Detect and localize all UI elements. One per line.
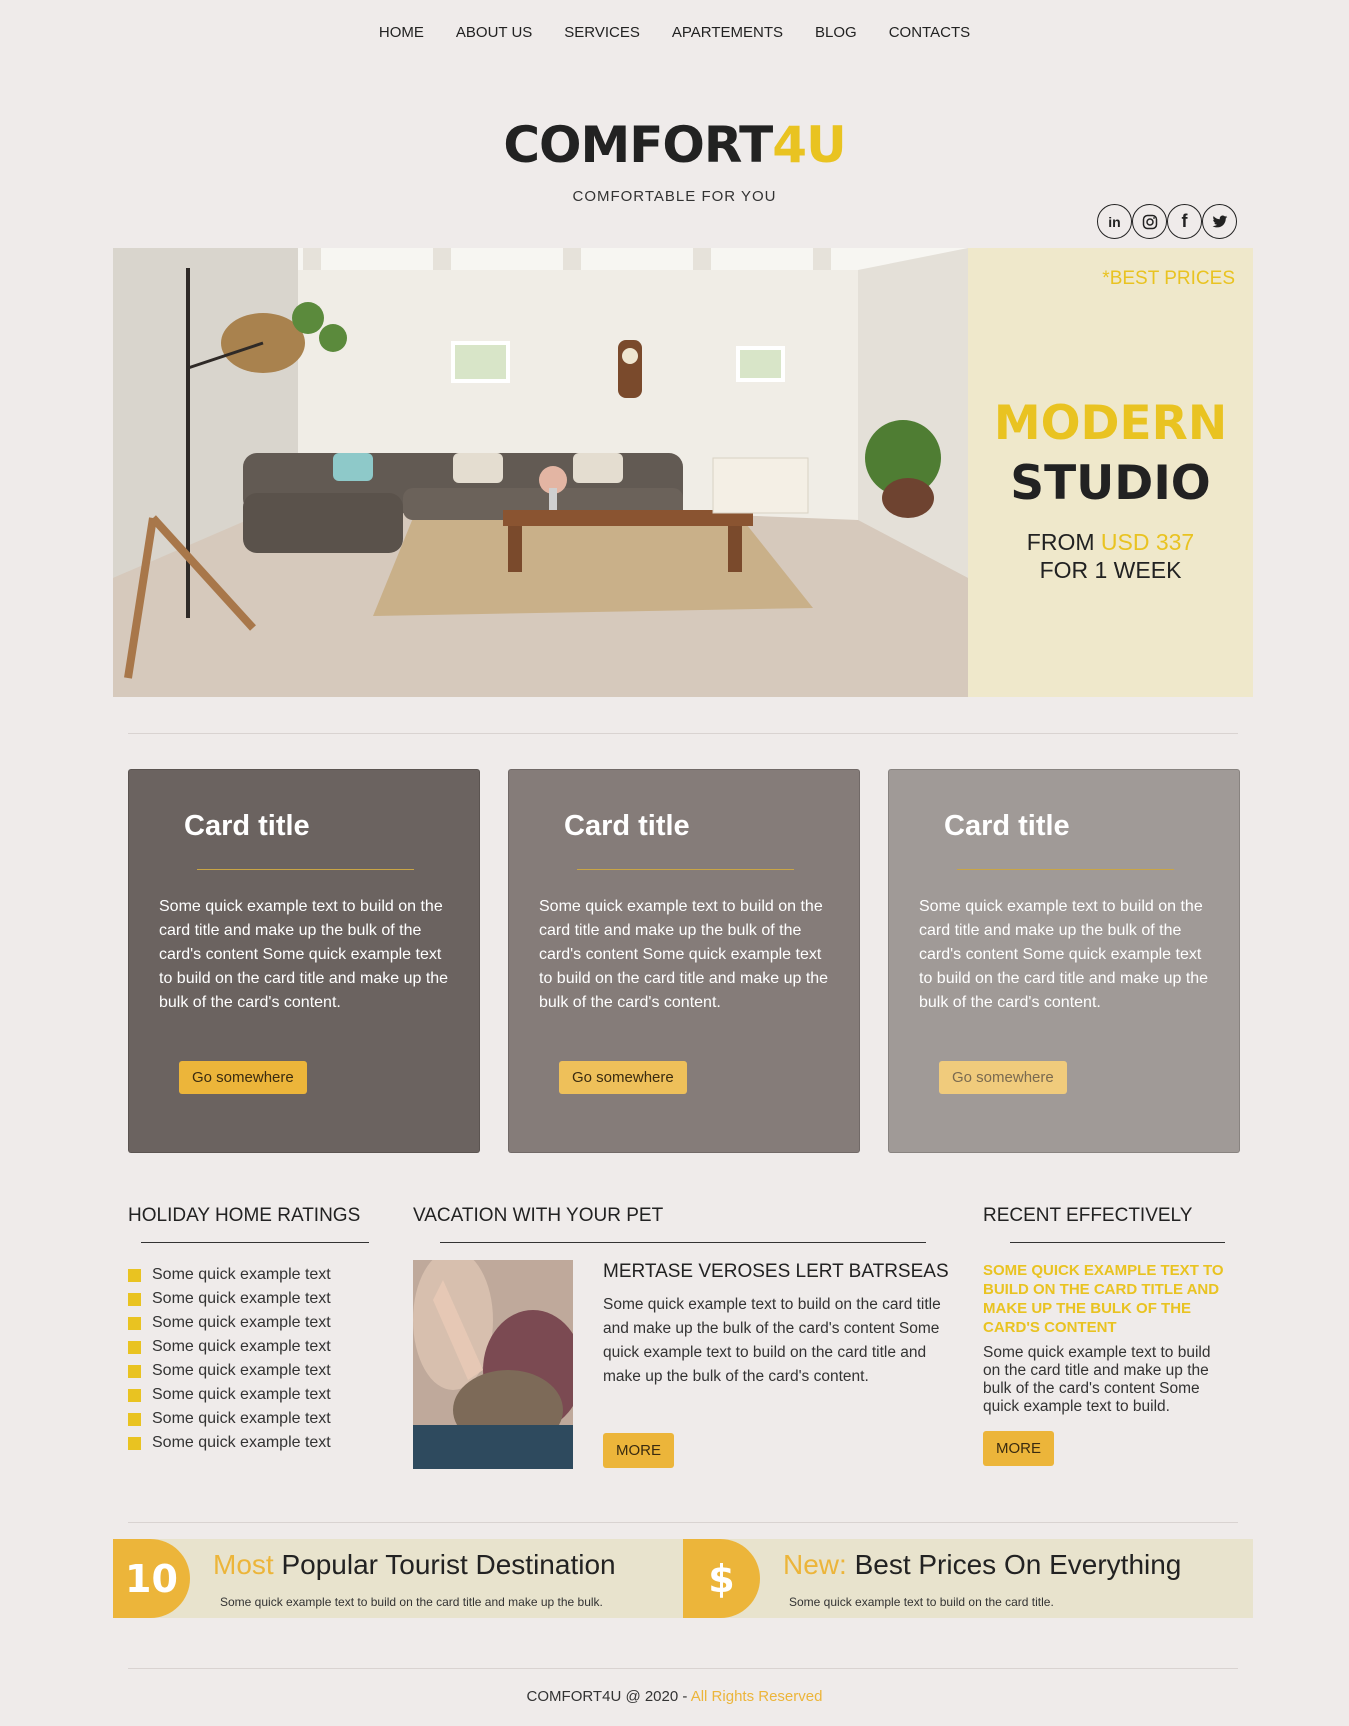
pet-underline (440, 1242, 926, 1243)
hero-title: STUDIO (1010, 456, 1211, 511)
ratings-underline (141, 1242, 369, 1243)
divider (128, 733, 1238, 734)
pet-article-text: Some quick example text to build on the … (603, 1296, 941, 1385)
promo-banner: 10 Most Popular Tourist Destination Some… (113, 1539, 683, 1618)
card-text: Some quick example text to build on the … (159, 898, 449, 1011)
bullet-icon (128, 1388, 141, 1402)
list-item: Some quick example text (128, 1311, 331, 1335)
twitter-icon[interactable] (1202, 204, 1237, 239)
pet-more-button[interactable]: MORE (603, 1433, 674, 1468)
banner-title: New: Best Prices On Everything (783, 1549, 1182, 1580)
nav-apartements[interactable]: APARTEMENTS (672, 24, 783, 41)
list-item: Some quick example text (128, 1407, 331, 1431)
hero-section: *BEST PRICES MODERN STUDIO FROM USD 337 … (113, 248, 1253, 697)
bullet-icon (128, 1436, 141, 1450)
footer-rights: All Rights Reserved (690, 1688, 823, 1705)
social-links: in f (1097, 204, 1237, 239)
pet-photo (413, 1260, 573, 1469)
recent-more-button[interactable]: MORE (983, 1431, 1054, 1466)
bullet-icon (128, 1316, 141, 1330)
card: Card title Some quick example text to bu… (128, 769, 480, 1153)
hero-title-accent: MODERN (993, 396, 1228, 451)
hero-offer-panel: *BEST PRICES MODERN STUDIO FROM USD 337 … (968, 248, 1253, 697)
list-item: Some quick example text (128, 1287, 331, 1311)
card-divider (197, 869, 414, 870)
nav-about-us[interactable]: ABOUT US (456, 24, 532, 41)
go-somewhere-button[interactable]: Go somewhere (559, 1061, 687, 1094)
banner-subtitle: Some quick example text to build on the … (220, 1595, 603, 1609)
list-item: Some quick example text (128, 1431, 331, 1455)
recent-heading: RECENT EFFECTIVELY (983, 1205, 1193, 1226)
banner-title: Most Popular Tourist Destination (213, 1549, 616, 1580)
ratings-heading: HOLIDAY HOME RATINGS (128, 1205, 361, 1226)
bullet-icon (128, 1412, 141, 1426)
list-item: Some quick example text (128, 1359, 331, 1383)
living-room-photo (113, 248, 968, 697)
divider (128, 1668, 1238, 1669)
pet-article-title: MERTASE VEROSES LERT BATRSEAS (603, 1261, 949, 1282)
recent-underline (1010, 1242, 1225, 1243)
recent-highlight[interactable]: SOME QUICK EXAMPLE TEXT TO BUILD ON THE … (983, 1261, 1228, 1337)
dollar-icon: $ (683, 1539, 760, 1618)
brand-header: COMFORT4U COMFORTABLE FOR YOU (0, 116, 1349, 205)
nav-blog[interactable]: BLOG (815, 24, 857, 41)
list-item: Some quick example text (128, 1335, 331, 1359)
card: Card title Some quick example text to bu… (888, 769, 1240, 1153)
ratings-list: Some quick example text Some quick examp… (128, 1263, 331, 1455)
bullet-icon (128, 1340, 141, 1354)
divider (128, 1522, 1238, 1523)
linkedin-icon[interactable]: in (1097, 204, 1132, 239)
bullet-icon (128, 1364, 141, 1378)
card: Card title Some quick example text to bu… (508, 769, 860, 1153)
instagram-icon[interactable] (1132, 204, 1167, 239)
best-prices-label: *BEST PRICES (1102, 268, 1235, 289)
bullet-icon (128, 1292, 141, 1306)
banner-subtitle: Some quick example text to build on the … (789, 1595, 1054, 1609)
site-tagline: COMFORTABLE FOR YOU (572, 188, 777, 205)
recent-text: Some quick example text to build on the … (983, 1344, 1211, 1415)
promo-banner: $ New: Best Prices On Everything Some qu… (683, 1539, 1253, 1618)
facebook-icon[interactable]: f (1167, 204, 1202, 239)
card-title: Card title (564, 810, 690, 842)
card-title: Card title (184, 810, 310, 842)
nav-services[interactable]: SERVICES (564, 24, 640, 41)
top-nav: HOME ABOUT US SERVICES APARTEMENTS BLOG … (0, 24, 1349, 41)
site-logo[interactable]: COMFORT4U (0, 116, 1349, 174)
pet-heading: VACATION WITH YOUR PET (413, 1205, 664, 1226)
list-item: Some quick example text (128, 1263, 331, 1287)
nav-contacts[interactable]: CONTACTS (889, 24, 970, 41)
list-item: Some quick example text (128, 1383, 331, 1407)
hero-price: USD 337 (1100, 529, 1195, 555)
bullet-icon (128, 1268, 141, 1282)
hero-price-text: FROM USD 337 FOR 1 WEEK (1026, 529, 1195, 583)
card-text: Some quick example text to build on the … (919, 898, 1209, 1011)
card-title: Card title (944, 810, 1070, 842)
footer: COMFORT4U @ 2020 - All Rights Reserved (526, 1688, 823, 1705)
card-text: Some quick example text to build on the … (539, 898, 829, 1011)
go-somewhere-button[interactable]: Go somewhere (179, 1061, 307, 1094)
card-divider (957, 869, 1174, 870)
card-divider (577, 869, 794, 870)
nav-home[interactable]: HOME (379, 24, 424, 41)
go-somewhere-button[interactable]: Go somewhere (939, 1061, 1067, 1094)
banner-badge: 10 (113, 1539, 190, 1618)
